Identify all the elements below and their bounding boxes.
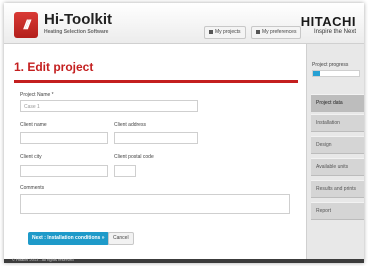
- step-installation[interactable]: Installation: [311, 114, 364, 132]
- brand-logo: HITACHI Inspire the Next: [301, 15, 356, 36]
- folder-icon: [209, 29, 213, 34]
- client-address-input[interactable]: [114, 132, 198, 144]
- step-project-data[interactable]: Project data: [311, 94, 364, 112]
- project-name-input[interactable]: Case 1: [20, 100, 198, 112]
- progress-label: Project progress: [312, 62, 349, 68]
- step-design[interactable]: Design: [311, 136, 364, 154]
- brand-name: HITACHI: [300, 14, 356, 29]
- client-city-label: Client city: [20, 154, 42, 160]
- my-preferences-button[interactable]: My preferences: [251, 26, 302, 39]
- step-available-units[interactable]: Available units: [311, 158, 364, 176]
- gear-icon: [256, 29, 260, 34]
- step-report[interactable]: Report: [311, 202, 364, 220]
- client-name-label: Client name: [20, 122, 47, 128]
- app-subtitle: Heating Selection Software: [44, 29, 109, 35]
- my-projects-button[interactable]: My projects: [204, 26, 246, 39]
- client-address-label: Client address: [114, 122, 146, 128]
- client-postal-code-label: Client postal code: [114, 154, 154, 160]
- client-city-input[interactable]: [20, 165, 108, 177]
- step-results-and-prints[interactable]: Results and prints: [311, 180, 364, 198]
- title-divider: [14, 80, 298, 83]
- client-name-input[interactable]: [20, 132, 108, 144]
- footer-copyright: © Hitachi 2013 - All rights reserved: [12, 257, 74, 262]
- app-header: /// Hi-Toolkit Heating Selection Softwar…: [4, 3, 364, 44]
- app-window: /// Hi-Toolkit Heating Selection Softwar…: [4, 3, 364, 263]
- app-name: Hi-Toolkit: [44, 11, 113, 28]
- cancel-button[interactable]: Cancel: [108, 232, 134, 245]
- comments-label: Comments: [20, 185, 45, 191]
- main-content: 1. Edit project Project Name * Case 1 Cl…: [4, 44, 306, 259]
- my-projects-label: My projects: [215, 29, 241, 35]
- brand-tagline: Inspire the Next: [313, 29, 356, 35]
- client-postal-code-input[interactable]: [114, 165, 136, 177]
- comments-textarea[interactable]: [20, 194, 290, 214]
- app-logo-icon: ///: [14, 12, 38, 38]
- page-title: 1. Edit project: [14, 60, 94, 74]
- progress-sidebar: Project progress Project data Installati…: [306, 44, 364, 259]
- my-preferences-label: My preferences: [262, 29, 297, 35]
- progress-bar: [312, 70, 360, 77]
- progress-bar-fill: [313, 71, 320, 76]
- next-installation-button[interactable]: Next : Installation conditions »: [28, 232, 109, 245]
- project-name-label: Project Name *: [20, 92, 54, 98]
